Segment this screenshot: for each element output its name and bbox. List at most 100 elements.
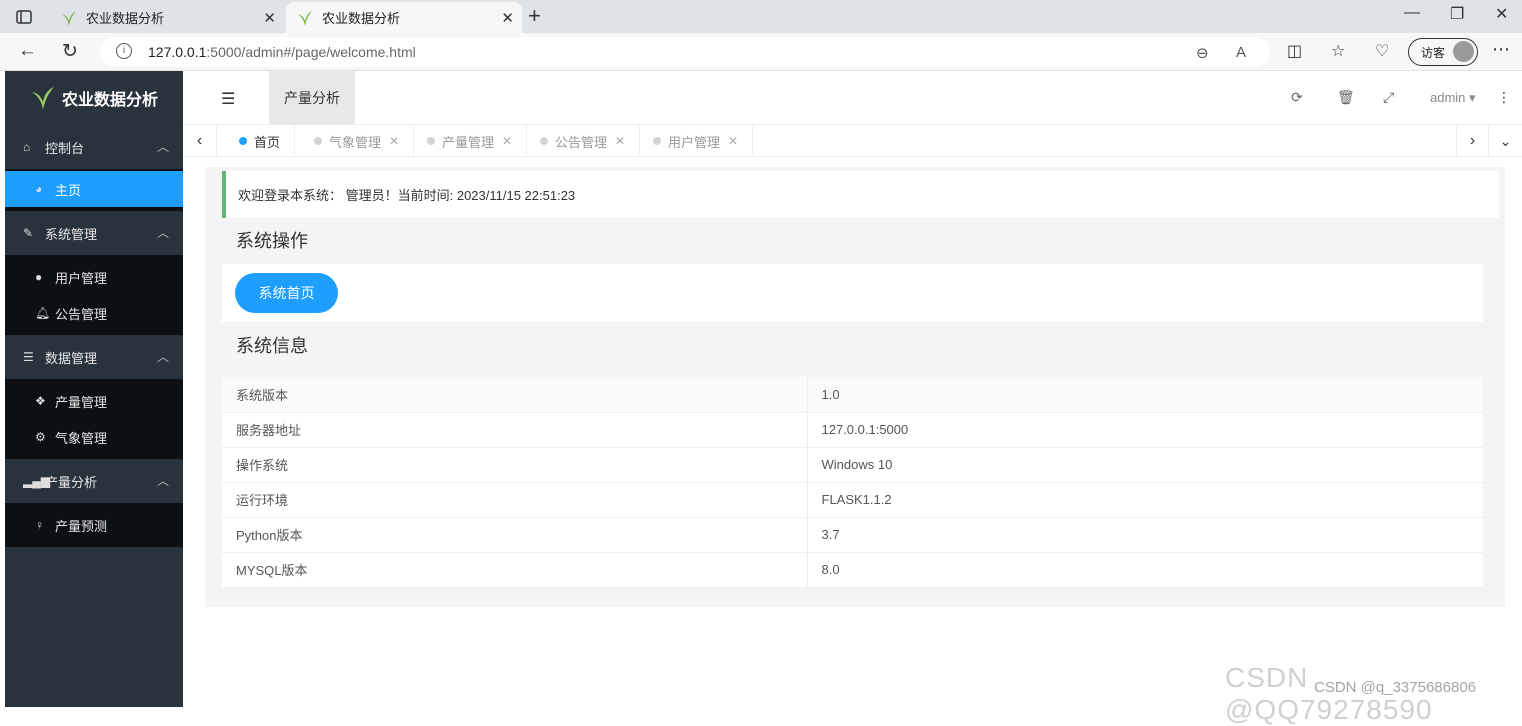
chevron-left-icon[interactable]: ‹ [183,125,217,157]
main-content: 欢迎登录本系统： 管理员！当前时间: 2023/11/15 22:51:23 系… [183,157,1522,707]
sidebar: 农业数据分析 ⌂ 控制台 ︿ ◕ 主页 ✎ 系统管理 ︿ ● 用户管理 🔔︎ 公… [5,71,183,707]
split-screen-icon[interactable]: ◫ [1287,41,1302,61]
gear-icon: ⚙ [35,430,46,444]
info-value: Windows 10 [807,447,1483,483]
chevron-down-icon[interactable]: ⌄ [1488,125,1522,157]
minimize-icon[interactable]: — [1404,4,1420,22]
info-value: FLASK1.1.2 [807,482,1483,518]
tab-weather[interactable]: 气象管理 ✕ [300,125,415,157]
dashboard-icon: ◕ [35,182,43,196]
back-arrow-icon[interactable]: ← [18,40,37,62]
address-bar[interactable]: i 127.0.0.1:5000/admin#/page/welcome.htm… [100,37,1270,67]
info-section-title: 系统信息 [236,336,308,356]
table-row: 运行环境 FLASK1.1.2 [222,482,1483,518]
info-key: 系统版本 [222,377,808,413]
leaf-logo-icon [31,87,54,110]
tab-dot [314,137,322,145]
tab-notices[interactable]: 公告管理 ✕ [526,125,641,157]
tab-actions-icon[interactable] [10,6,38,28]
menu-group-console[interactable]: ⌂ 控制台 ︿ [5,125,183,169]
system-home-button[interactable]: 系统首页 [235,273,338,313]
home-icon: ⌂ [23,140,31,154]
sidebar-item-notices[interactable]: 🔔︎ 公告管理 [5,295,183,331]
tab-home[interactable]: 首页 [225,125,296,157]
leaf-favicon-icon [298,10,312,26]
header-tab-analysis[interactable]: 产量分析 [269,71,355,125]
chevron-up-icon: ︿ [156,226,169,240]
zoom-out-icon[interactable]: ⊖ [1196,44,1209,62]
read-aloud-icon[interactable]: A [1236,44,1246,61]
menu-group-system[interactable]: ✎ 系统管理 ︿ [5,211,183,255]
close-tab-icon[interactable]: ✕ [728,134,738,148]
tab-dot [653,137,661,145]
sidebar-item-forecast[interactable]: ♀ 产量预测 [5,507,183,543]
menu-toggle-icon[interactable]: ☰ [221,89,235,109]
browser-tab-title: 农业数据分析 [322,11,401,26]
user-menu[interactable]: admin ▾ [1430,90,1476,106]
browser-tab-1[interactable]: 农业数据分析 ✕ [50,2,284,33]
info-value: 1.0 [807,377,1483,413]
browser-toolbar: ← ↻ i 127.0.0.1:5000/admin#/page/welcome… [0,33,1522,71]
chevron-right-icon[interactable]: › [1456,125,1488,157]
close-tab-icon[interactable]: ✕ [501,9,514,27]
close-tab-icon[interactable]: ✕ [615,134,625,148]
guest-label: 访客 [1421,45,1446,60]
close-tab-icon[interactable]: ✕ [263,9,276,27]
sidebar-item-label: 气象管理 [55,430,108,446]
avatar [1453,41,1474,62]
sidebar-item-label: 产量管理 [55,394,108,410]
info-value: 3.7 [807,517,1483,553]
tab-dot [427,137,435,145]
submenu-analysis: ♀ 产量预测 [5,503,183,547]
new-tab-icon[interactable]: + [528,3,541,29]
sidebar-item-home[interactable]: ◕ 主页 [5,171,183,207]
tab-yield[interactable]: 产量管理 ✕ [413,125,528,157]
tab-users[interactable]: 用户管理 ✕ [639,125,754,157]
tab-dot [239,137,247,145]
sidebar-item-yield[interactable]: ❖ 产量管理 [5,383,183,419]
table-row: 操作系统 Windows 10 [222,447,1483,483]
menu-group-analysis[interactable]: ▂▄▆ 产量分析 ︿ [5,459,183,503]
chevron-up-icon: ︿ [156,140,169,154]
refresh-icon[interactable]: ⟳ [1291,89,1303,106]
system-info-table: 系统版本 1.0 服务器地址 127.0.0.1:5000 操作系统 Windows 10… [222,377,1483,588]
more-vertical-icon[interactable]: ⋮ [1497,89,1511,106]
submenu-console: ◕ 主页 [5,169,183,211]
reload-icon[interactable]: ↻ [62,40,78,63]
close-window-icon[interactable]: ✕ [1495,4,1508,24]
menu-group-label: 产量分析 [45,474,98,490]
menu-group-label: 系统管理 [45,226,98,242]
ops-section-title: 系统操作 [236,231,308,251]
browser-tabstrip: 农业数据分析 ✕ 农业数据分析 ✕ + — ❐ ✕ [0,0,1522,33]
close-tab-icon[interactable]: ✕ [502,134,512,148]
guest-profile-button[interactable]: 访客 [1408,38,1478,66]
info-key: 操作系统 [222,447,808,483]
restore-icon[interactable]: ❐ [1450,4,1464,24]
site-info-icon[interactable]: i [116,43,132,59]
signal-bars-icon: ▂▄▆ [23,474,50,488]
browser-essentials-icon[interactable]: ♡ [1375,41,1389,61]
info-key: MYSQL版本 [222,552,808,588]
menu-group-data[interactable]: ☰ 数据管理 ︿ [5,335,183,379]
fullscreen-icon[interactable]: ⤢ [1383,89,1394,106]
sidebar-item-users[interactable]: ● 用户管理 [5,259,183,295]
info-key: 运行环境 [222,482,808,518]
menu-group-label: 控制台 [45,140,85,156]
url-text: 127.0.0.1:5000/admin#/page/welcome.html [148,44,416,60]
app-logo[interactable]: 农业数据分析 [5,71,183,125]
app-header: ☰ 产量分析 ⟳ 🗑︎ ⤢ admin ▾ ⋮ [183,71,1522,125]
favorites-icon[interactable]: ☆ [1331,41,1345,61]
menu-group-label: 数据管理 [45,350,98,366]
watermark-small: CSDN @q_3375686806 [1314,679,1477,696]
server-icon: ☰ [23,350,34,364]
sidebar-item-weather[interactable]: ⚙ 气象管理 [5,419,183,455]
bell-icon: 🔔︎ [35,306,51,320]
more-options-icon[interactable]: ⋯ [1492,39,1510,60]
trash-icon[interactable]: 🗑︎ [1337,89,1355,106]
browser-tab-2[interactable]: 农业数据分析 ✕ [286,2,522,33]
chevron-up-icon: ︿ [156,350,169,364]
table-row: Python版本 3.7 [222,517,1483,553]
tab-label: 用户管理 [668,134,721,150]
close-tab-icon[interactable]: ✕ [389,134,399,148]
info-key: 服务器地址 [222,412,808,448]
